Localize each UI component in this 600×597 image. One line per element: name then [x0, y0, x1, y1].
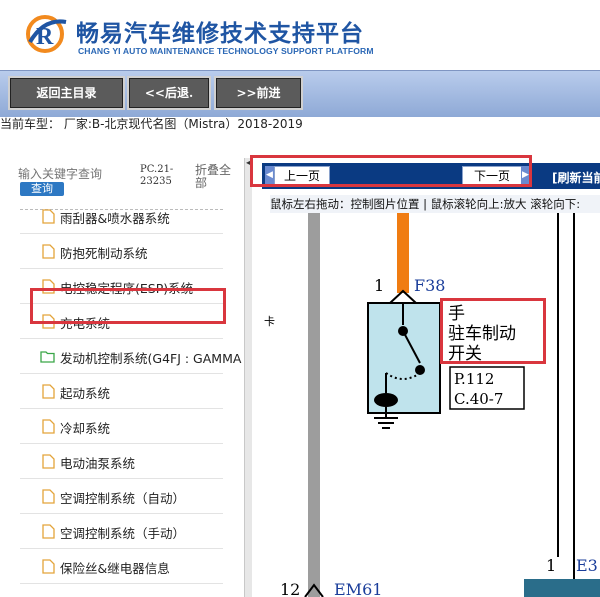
next-page-button[interactable]: 下一页 — [462, 166, 522, 186]
system-tree: 雨刮器&喷水器系统 防抱死制动系统 电控稳定程序(ESP)系统 充电系统 发动机… — [0, 199, 243, 584]
tree-item-ac-manual[interactable]: 空调控制系统（手动） — [20, 514, 223, 549]
tree-item-starting[interactable]: 起动系统 — [20, 374, 223, 409]
connector-id: F38 — [414, 276, 445, 295]
tree-item-label: 冷却系统 — [60, 421, 111, 436]
pin-number: 12 — [280, 580, 300, 597]
file-icon — [42, 279, 55, 294]
brand-logo-icon: R — [26, 15, 67, 53]
site-header: R 畅易汽车维修技术支持平台 CHANG YI AUTO MAINTENANCE… — [0, 0, 600, 70]
forward-button[interactable]: >>前进 — [214, 76, 303, 110]
switch-label: 开关 — [448, 344, 482, 364]
tree-item-esp[interactable]: 电控稳定程序(ESP)系统 — [20, 269, 223, 304]
site-title: 畅易汽车维修技术支持平台 — [76, 21, 364, 47]
wiring-diagram[interactable]: 1 F38 手 驻车制动 开关 P.112 C.40-7 卡 12 EM61 1… — [262, 213, 600, 597]
tree-item-ac-auto[interactable]: 空调控制系统（自动） — [20, 479, 223, 514]
ref-connector: C.40-7 — [454, 390, 503, 408]
tree-item-fuel-pump[interactable]: 电动油泵系统 — [20, 444, 223, 479]
tree-item-charging[interactable]: 充电系统 — [20, 304, 223, 339]
tree-item-label: 电控稳定程序(ESP)系统 — [60, 281, 194, 296]
folder-icon — [40, 351, 55, 363]
back-button[interactable]: <<后退. — [127, 76, 211, 110]
pin-number: 1 — [374, 276, 384, 295]
diagram-viewer: ◀ 上一页 下一页 ▶ [刷新当前 鼠标左右拖动：控制图片位置 | 鼠标滚轮向上… — [252, 158, 600, 597]
file-icon — [42, 314, 55, 329]
top-nav-bar: 返回主目录 <<后退. >>前进 — [0, 70, 600, 117]
tree-item-wiper[interactable]: 雨刮器&喷水器系统 — [20, 199, 223, 234]
tree-item-label: 空调控制系统（手动） — [60, 526, 186, 541]
connector-id: EM61 — [334, 580, 382, 597]
svg-text:R: R — [36, 24, 54, 50]
tree-item-label: 保险丝&继电器信息 — [60, 561, 170, 576]
connector-id: E3 — [576, 556, 598, 575]
file-icon — [42, 489, 55, 504]
switch-label: 手 — [448, 304, 465, 324]
next-arrow-icon[interactable]: ▶ — [521, 166, 530, 184]
tree-item-abs[interactable]: 防抱死制动系统 — [20, 234, 223, 269]
refresh-current-link[interactable]: [刷新当前 — [552, 169, 600, 186]
tree-item-label: 空调控制系统（自动） — [60, 491, 186, 506]
tree-item-label: 发动机控制系统(G4FJ : GAMMA — [60, 351, 242, 366]
tree-item-fuse-relay[interactable]: 保险丝&继电器信息 — [20, 549, 223, 584]
side-mark: 卡 — [264, 315, 275, 328]
pc-code: PC.21-23235 — [140, 164, 174, 187]
file-icon — [42, 454, 55, 469]
tree-item-label: 充电系统 — [60, 316, 111, 331]
mouse-hint: 鼠标左右拖动：控制图片位置 | 鼠标滚轮向上:放大 滚轮向下: — [270, 195, 600, 213]
collapse-all-button[interactable]: 折叠全部 — [195, 164, 239, 190]
tree-item-label: 电动油泵系统 — [60, 456, 136, 471]
file-icon — [42, 559, 55, 574]
search-button[interactable]: 查询 — [20, 182, 64, 196]
sidebar: 查询 PC.21-23235 折叠全部 雨刮器&喷水器系统 防抱死制动系统 电控… — [0, 158, 243, 597]
file-icon — [42, 524, 55, 539]
file-icon — [42, 384, 55, 399]
pager-bar: ◀ 上一页 下一页 ▶ [刷新当前 — [262, 163, 600, 189]
current-vehicle-status: 当前车型： 厂家:B-北京现代名图（Mistra）2018-2019 — [0, 117, 303, 131]
site-subtitle: CHANG YI AUTO MAINTENANCE TECHNOLOGY SUP… — [78, 46, 374, 56]
search-input[interactable] — [18, 166, 108, 182]
prev-arrow-icon[interactable]: ◀ — [265, 166, 274, 184]
tree-item-label: 防抱死制动系统 — [60, 246, 148, 261]
prev-page-button[interactable]: 上一页 — [274, 166, 330, 186]
tree-item-engine-control[interactable]: 发动机控制系统(G4FJ : GAMMA — [20, 339, 241, 374]
file-icon — [42, 244, 55, 259]
ref-page: P.112 — [454, 370, 494, 388]
file-icon — [42, 209, 55, 224]
back-to-main-button[interactable]: 返回主目录 — [8, 76, 125, 110]
ground-wire — [308, 213, 320, 597]
switch-label: 驻车制动 — [448, 324, 516, 344]
tree-item-cooling[interactable]: 冷却系统 — [20, 409, 223, 444]
tree-item-label: 起动系统 — [60, 386, 111, 401]
ground-symbol-icon — [374, 393, 398, 407]
file-icon — [42, 419, 55, 434]
orange-wire — [397, 213, 409, 293]
component-box — [524, 579, 600, 597]
pin-number: 1 — [546, 556, 556, 575]
tree-item-label: 雨刮器&喷水器系统 — [60, 211, 170, 226]
